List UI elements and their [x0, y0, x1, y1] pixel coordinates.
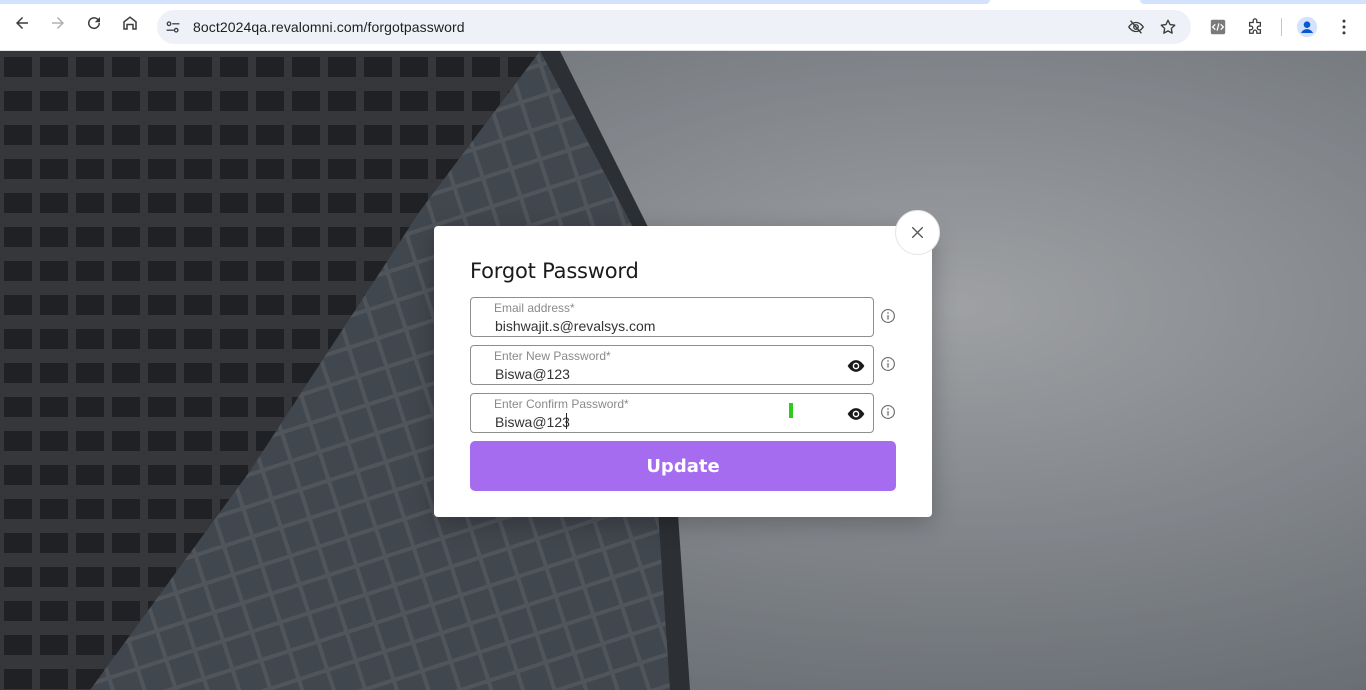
forgot-password-dialog: Forgot Password Email address* Enter New…	[434, 226, 932, 517]
password-match-indicator	[789, 403, 793, 418]
email-input[interactable]	[495, 317, 795, 335]
toolbar-divider	[1281, 18, 1282, 36]
new-password-field[interactable]: Enter New Password*	[470, 345, 874, 385]
email-label: Email address*	[494, 301, 575, 315]
show-password-icon[interactable]	[845, 355, 867, 377]
back-icon[interactable]	[10, 11, 34, 35]
tab-strip-right	[1140, 0, 1366, 4]
confirm-password-input[interactable]	[495, 413, 795, 431]
update-button[interactable]: Update	[470, 441, 896, 491]
email-field[interactable]: Email address*	[470, 297, 874, 337]
new-password-label: Enter New Password*	[494, 349, 611, 363]
reload-icon[interactable]	[82, 11, 106, 35]
confirm-password-label: Enter Confirm Password*	[494, 397, 629, 411]
confirm-password-field[interactable]: Enter Confirm Password*	[470, 393, 874, 433]
browser-toolbar: 8oct2024qa.revalomni.com/forgotpassword	[0, 0, 1366, 51]
extensions-icon[interactable]	[1243, 15, 1267, 39]
profile-icon[interactable]	[1295, 15, 1319, 39]
star-icon[interactable]	[1158, 17, 1178, 37]
site-info-icon[interactable]	[164, 17, 182, 37]
info-icon[interactable]	[879, 355, 897, 373]
info-icon[interactable]	[879, 403, 897, 421]
new-password-input[interactable]	[495, 365, 795, 383]
forward-icon[interactable]	[46, 11, 70, 35]
eye-off-icon[interactable]	[1126, 17, 1146, 37]
menu-icon[interactable]	[1332, 15, 1356, 39]
show-password-icon[interactable]	[845, 403, 867, 425]
dialog-title: Forgot Password	[470, 259, 639, 283]
info-icon[interactable]	[879, 307, 897, 325]
text-caret	[566, 413, 567, 429]
url-text[interactable]: 8oct2024qa.revalomni.com/forgotpassword	[193, 19, 465, 35]
close-icon[interactable]	[895, 210, 940, 255]
home-icon[interactable]	[118, 11, 142, 35]
tab-strip	[0, 0, 990, 4]
devtools-icon[interactable]	[1206, 15, 1230, 39]
